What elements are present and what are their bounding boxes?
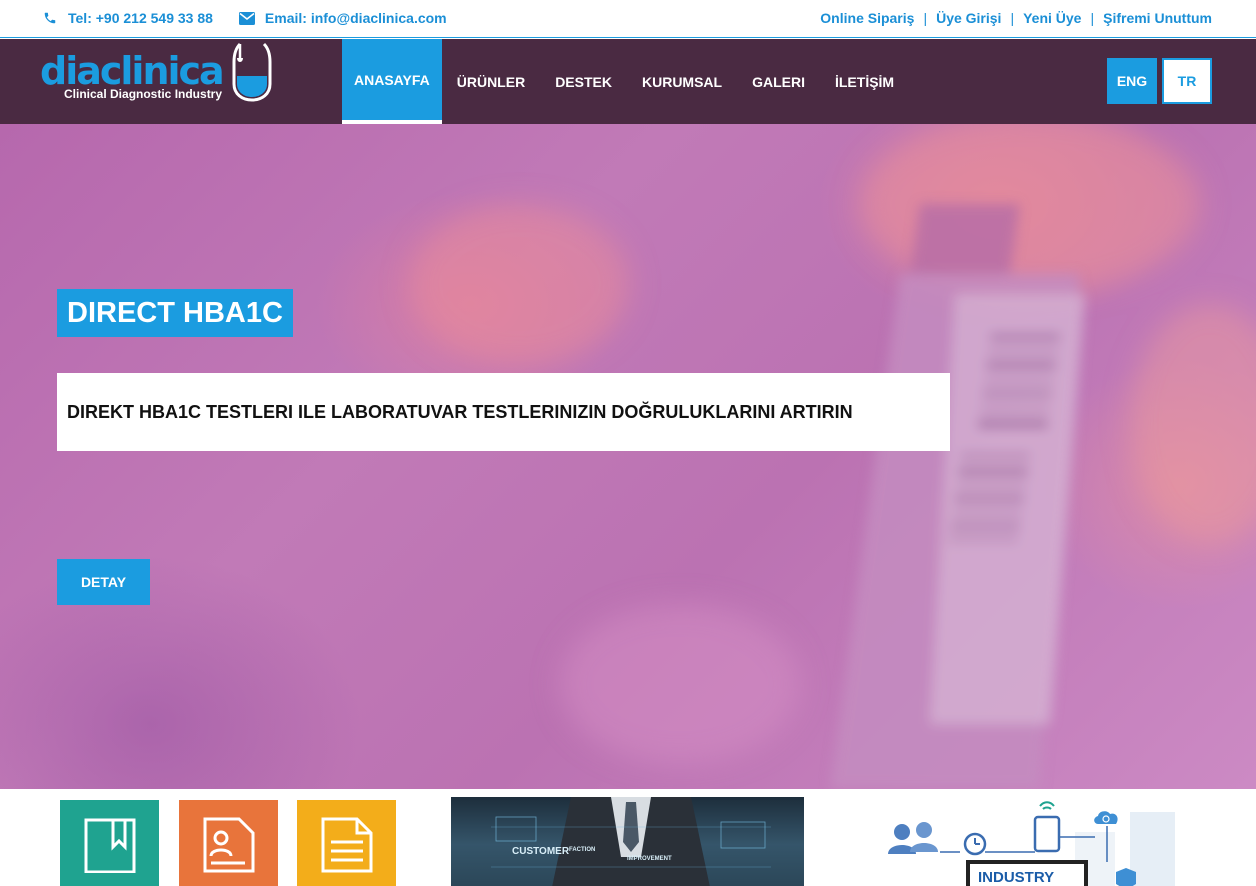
link-separator: |: [1090, 10, 1095, 26]
envelope-icon: [238, 10, 255, 26]
member-login-link[interactable]: Üye Girişi: [936, 10, 1001, 26]
logo-tagline: Clinical Diagnostic Industry: [64, 87, 223, 101]
nav-home[interactable]: ANASAYFA: [342, 39, 442, 124]
bookmark-book-icon: [84, 818, 135, 873]
lang-eng-button[interactable]: ENG: [1107, 58, 1157, 104]
hero-background-image: [410, 124, 1256, 789]
photo-word-improvement: IMPROVEMENT: [627, 856, 672, 862]
email-text: Email: info@diaclinica.com: [264, 10, 447, 26]
contact-info: Tel: +90 212 549 33 88 Email: info@diacl…: [42, 10, 473, 26]
customer-improvement-image[interactable]: CUSTOMER FACTION IMPROVEMENT: [451, 797, 804, 886]
phone-icon: [42, 10, 58, 26]
link-separator: |: [923, 10, 928, 26]
catalog-tile[interactable]: [60, 800, 159, 886]
phone-text: Tel: +90 212 549 33 88: [68, 10, 213, 26]
main-header: diaclinica Clinical Diagnostic Industry …: [0, 39, 1256, 124]
nav-contact[interactable]: İLETİŞİM: [820, 39, 909, 124]
resume-tile[interactable]: [179, 800, 278, 886]
new-member-link[interactable]: Yeni Üye: [1023, 10, 1081, 26]
account-links: Online Sipariş | Üye Girişi | Yeni Üye |…: [820, 10, 1212, 26]
text-document-icon: [321, 817, 372, 873]
phone-contact[interactable]: Tel: +90 212 549 33 88: [42, 10, 213, 26]
hero-slider: DIRECT HBA1C DIREKT HBA1C TESTLERI ILE L…: [0, 124, 1256, 789]
hero-title: DIRECT HBA1C: [57, 289, 293, 337]
site-logo[interactable]: diaclinica Clinical Diagnostic Industry: [40, 39, 280, 119]
email-contact[interactable]: Email: info@diaclinica.com: [238, 10, 447, 26]
nav-corporate[interactable]: KURUMSAL: [627, 39, 737, 124]
main-nav: ANASAYFA ÜRÜNLER DESTEK KURUMSAL GALERI …: [342, 39, 909, 124]
businessman-figure: [491, 797, 771, 886]
lang-tr-button[interactable]: TR: [1162, 58, 1212, 104]
hero-subtitle: DIREKT HBA1C TESTLERI ILE LABORATUVAR TE…: [57, 373, 950, 451]
forgot-password-link[interactable]: Şifremi Unuttum: [1103, 10, 1212, 26]
resume-document-icon: [203, 817, 254, 873]
nav-gallery[interactable]: GALERI: [737, 39, 820, 124]
photo-word-faction: FACTION: [569, 847, 596, 853]
hero-detail-button[interactable]: DETAY: [57, 559, 150, 605]
documents-tile[interactable]: [297, 800, 396, 886]
industry-illustration[interactable]: INDUSTRY: [880, 792, 1180, 886]
online-order-link[interactable]: Online Sipariş: [820, 10, 914, 26]
nav-support[interactable]: DESTEK: [540, 39, 627, 124]
link-separator: |: [1010, 10, 1015, 26]
nav-products[interactable]: ÜRÜNLER: [442, 39, 540, 124]
logo-tube-icon: [232, 42, 272, 102]
photo-word-customer: CUSTOMER: [512, 846, 570, 857]
industry-label: INDUSTRY: [978, 869, 1055, 886]
top-bar: Tel: +90 212 549 33 88 Email: info@diacl…: [0, 0, 1256, 38]
language-switcher: ENG TR: [1107, 58, 1212, 104]
feature-strip: CUSTOMER FACTION IMPROVEMENT INDUSTRY: [0, 789, 1256, 886]
